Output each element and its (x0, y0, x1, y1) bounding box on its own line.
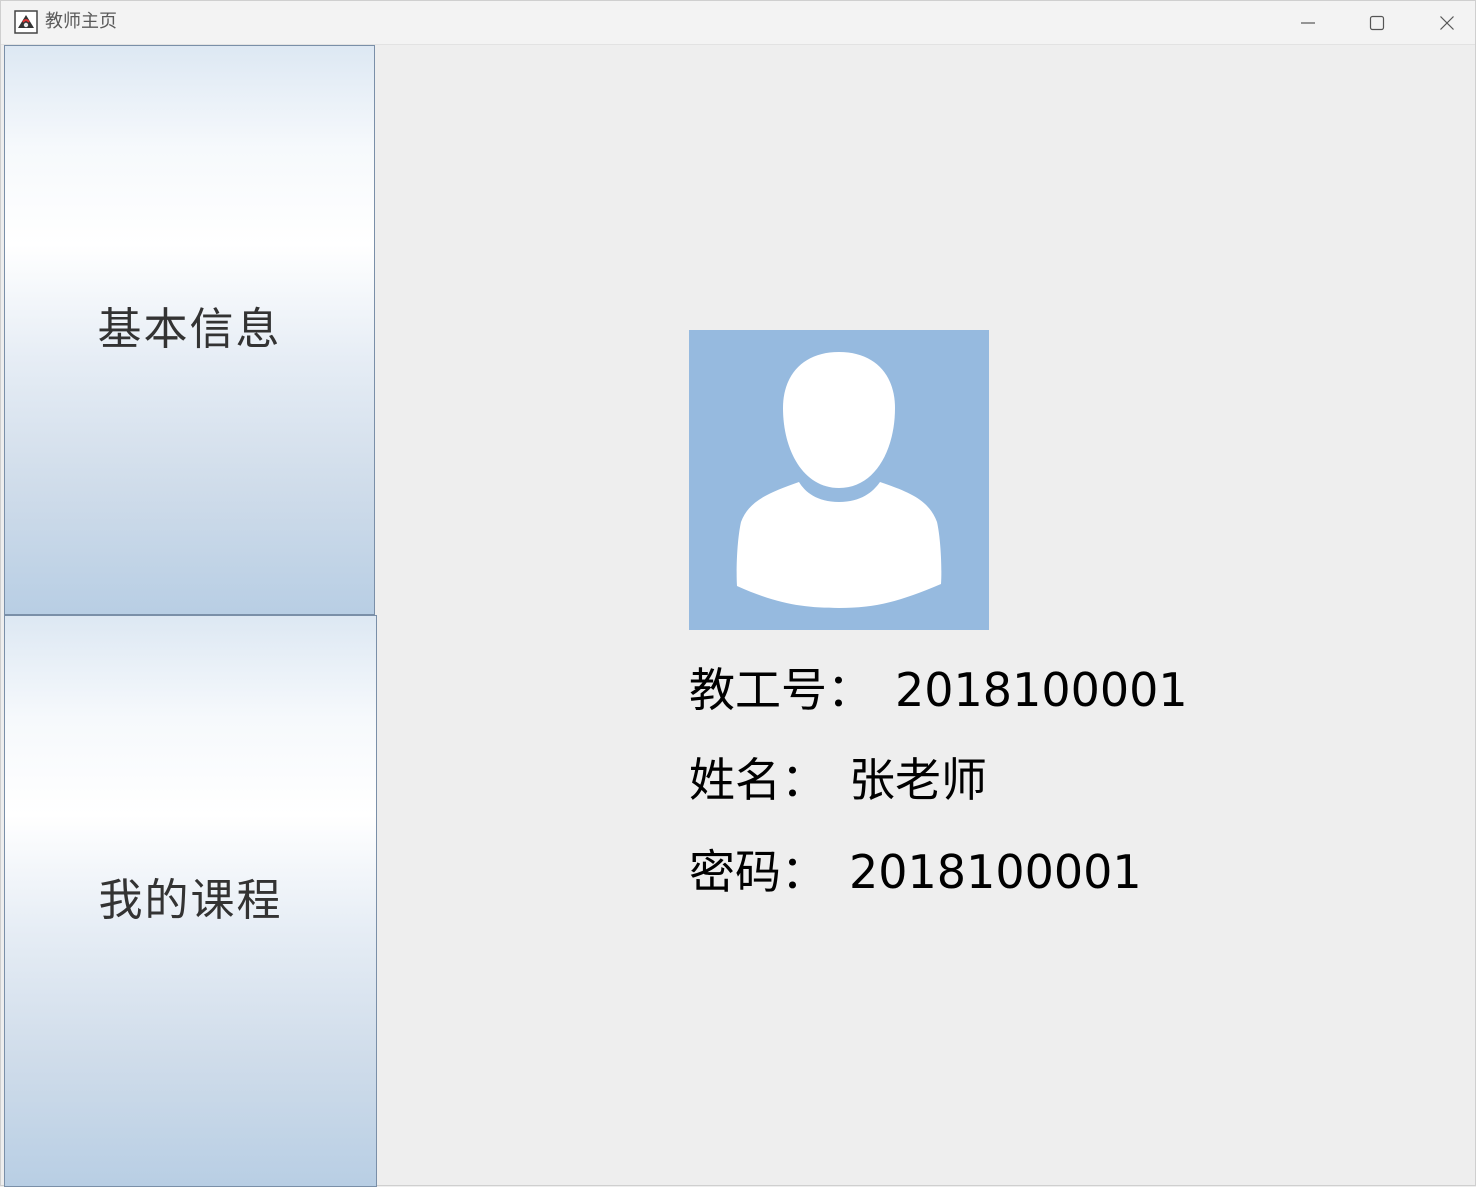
teacher-name-label: 姓名： (689, 753, 827, 807)
teacher-id-line: 教工号： 2018100001 (689, 667, 1188, 713)
password-label: 密码： (689, 845, 827, 899)
minimize-button[interactable] (1273, 1, 1343, 44)
main-window: 教师主页 基本信息 我的课程 教工号： 2018100001 姓名： 张老师 密… (0, 0, 1476, 1187)
minimize-icon (1301, 22, 1315, 24)
teacher-name-line: 姓名： 张老师 (689, 757, 987, 803)
close-button[interactable] (1412, 1, 1476, 44)
password-line: 密码： 2018100001 (689, 849, 1142, 895)
my-courses-label: 我的课程 (98, 875, 283, 926)
basic-info-button[interactable]: 基本信息 (4, 45, 375, 615)
password-value: 2018100001 (849, 845, 1142, 899)
basic-info-label: 基本信息 (97, 304, 282, 355)
java-app-icon (14, 10, 38, 34)
title-bar[interactable]: 教师主页 (1, 1, 1475, 45)
teacher-name-value: 张老师 (849, 753, 987, 807)
window-title: 教师主页 (45, 11, 117, 32)
maximize-button[interactable] (1342, 1, 1412, 44)
teacher-id-label: 教工号： (689, 663, 873, 717)
user-avatar-icon (689, 330, 989, 630)
close-icon (1440, 16, 1454, 30)
my-courses-button[interactable]: 我的课程 (4, 615, 377, 1187)
teacher-id-value: 2018100001 (895, 663, 1188, 717)
maximize-icon (1369, 15, 1385, 31)
